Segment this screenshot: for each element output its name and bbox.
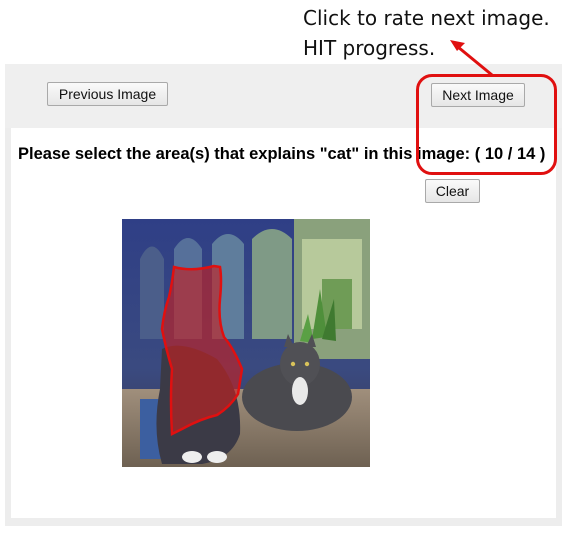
next-image-annotation: Click to rate next image. (303, 6, 550, 30)
prompt-prefix: Please select the area(s) that explains (18, 145, 320, 163)
annotation-highlight-box (416, 74, 557, 175)
previous-image-button[interactable]: Previous Image (47, 82, 168, 106)
prompt-target: "cat" (319, 145, 360, 163)
clear-button[interactable]: Clear (425, 179, 480, 203)
cat-photo[interactable] (122, 219, 370, 467)
progress-annotation: HIT progress. (303, 36, 436, 60)
cat-photo-canvas[interactable] (122, 219, 370, 467)
